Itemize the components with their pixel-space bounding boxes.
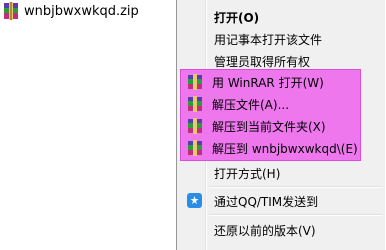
menu-item-restore-previous-versions[interactable]: 还原以前的版本(V) bbox=[180, 219, 385, 241]
menu-item-label: 解压到当前文件夹(X) bbox=[212, 120, 326, 134]
menu-item-label: 解压到 wnbjbwxwkqd\(E) bbox=[212, 142, 358, 156]
menu-item-open-with-winrar[interactable]: 用 WinRAR 打开(W) bbox=[181, 71, 360, 93]
menu-item-open-with[interactable]: 打开方式(H) bbox=[180, 162, 385, 184]
menu-item-label: 解压文件(A)... bbox=[212, 98, 290, 112]
menu-item-send-via-qq[interactable]: 通过QQ/TIM发送到 bbox=[180, 190, 385, 212]
menu-item-label: 打开方式(H) bbox=[214, 167, 281, 181]
menu-item-extract-files[interactable]: 解压文件(A)... bbox=[181, 93, 360, 115]
menu-item-label: 管理员取得所有权 bbox=[214, 55, 311, 69]
winrar-archive-icon bbox=[4, 2, 18, 20]
winrar-icon bbox=[188, 140, 202, 156]
file-name: wnbjbwxwkqd.zip bbox=[24, 4, 139, 19]
winrar-icon bbox=[188, 118, 202, 134]
context-menu: 打开(O) 用记事本打开该文件 管理员取得所有权 用 WinRAR 打开(W) bbox=[176, 0, 386, 250]
menu-item-label: 用记事本打开该文件 bbox=[214, 33, 323, 47]
winrar-items-highlight: 用 WinRAR 打开(W) 解压文件(A)... 解压到当前文件夹(X) 解压… bbox=[180, 69, 361, 161]
menu-separator bbox=[209, 186, 382, 188]
qq-share-icon bbox=[187, 193, 202, 208]
winrar-icon bbox=[188, 96, 202, 112]
file-item-zip[interactable]: wnbjbwxwkqd.zip bbox=[0, 0, 176, 24]
menu-item-label: 用 WinRAR 打开(W) bbox=[212, 76, 324, 90]
menu-item-extract-to-folder[interactable]: 解压到 wnbjbwxwkqd\(E) bbox=[181, 137, 360, 159]
menu-separator bbox=[209, 214, 382, 216]
menu-item-label: 打开(O) bbox=[214, 11, 260, 25]
menu-item-label: 通过QQ/TIM发送到 bbox=[214, 195, 319, 209]
menu-item-open-notepad[interactable]: 用记事本打开该文件 bbox=[180, 28, 385, 50]
menu-item-label: 还原以前的版本(V) bbox=[214, 224, 316, 238]
menu-item-extract-here[interactable]: 解压到当前文件夹(X) bbox=[181, 115, 360, 137]
winrar-icon bbox=[188, 74, 202, 90]
menu-item-open[interactable]: 打开(O) bbox=[180, 6, 385, 28]
